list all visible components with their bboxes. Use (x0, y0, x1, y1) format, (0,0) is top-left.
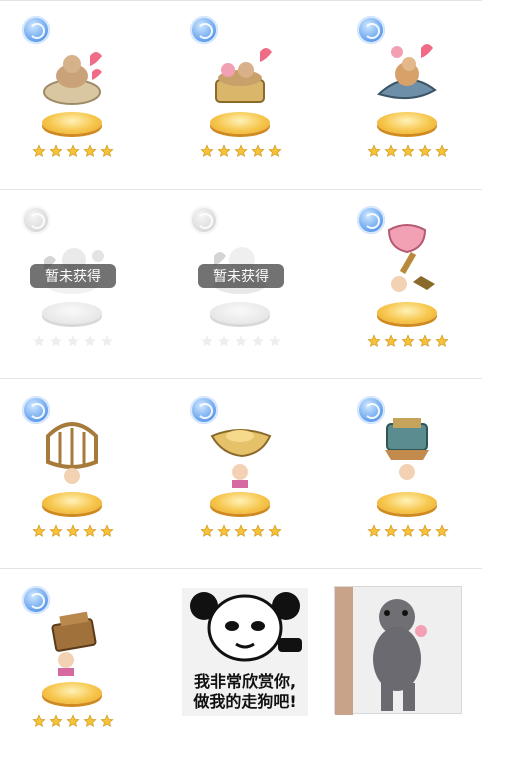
trophy-cell-cat-tub[interactable] (190, 16, 350, 196)
star-rating (367, 334, 449, 348)
row-divider-1 (0, 0, 482, 1)
star-icon (384, 524, 398, 538)
star-icon (49, 334, 63, 348)
gold-ingot-figure-icon (210, 429, 272, 488)
star-icon (49, 524, 63, 538)
not-obtained-label: 暂未获得 (198, 264, 284, 288)
cat-shark-figure-icon (377, 44, 437, 100)
star-icon (32, 714, 46, 728)
star-icon (234, 334, 248, 348)
trophy-cell-locked-2[interactable]: 暂未获得 (190, 206, 350, 386)
star-icon (384, 334, 398, 348)
panda-meme-image: 我非常欣赏你, 做我的走狗吧! (182, 588, 308, 716)
star-rating (367, 144, 449, 158)
star-rating (32, 524, 114, 538)
star-icon (367, 334, 381, 348)
star-icon (32, 334, 46, 348)
trophy-cell-cat-shark[interactable] (357, 16, 506, 196)
star-icon (100, 714, 114, 728)
star-icon (32, 144, 46, 158)
trophy-cell-cat-basket[interactable] (22, 16, 182, 196)
star-icon (268, 144, 282, 158)
star-icon (435, 144, 449, 158)
star-icon (83, 334, 97, 348)
star-icon (49, 714, 63, 728)
dog-photo-image (334, 586, 462, 715)
star-icon (217, 144, 231, 158)
star-icon (418, 334, 432, 348)
star-icon (234, 524, 248, 538)
trophy-cell-treasure-chest[interactable] (22, 586, 182, 766)
star-icon (32, 524, 46, 538)
star-icon (83, 144, 97, 158)
star-icon (217, 524, 231, 538)
star-icon (435, 524, 449, 538)
not-obtained-label: 暂未获得 (30, 264, 116, 288)
star-icon (49, 144, 63, 158)
panda-meme-text-line2: 做我的走狗吧! (193, 692, 297, 711)
jade-seal-figure-icon (385, 418, 429, 480)
panda-meme-text-line1: 我非常欣赏你, (193, 672, 297, 691)
star-icon (234, 144, 248, 158)
star-rating (32, 144, 114, 158)
star-icon (100, 524, 114, 538)
standing-dog-icon (335, 587, 427, 715)
trophy-cell-jade-seal[interactable] (357, 396, 506, 576)
trophy-cell-cage[interactable] (22, 396, 182, 576)
cat-tub-figure-icon (215, 48, 272, 103)
star-icon (251, 334, 265, 348)
star-icon (83, 524, 97, 538)
star-icon (418, 524, 432, 538)
star-icon (401, 334, 415, 348)
star-icon (384, 144, 398, 158)
star-icon (217, 334, 231, 348)
panda-face-icon (190, 592, 302, 662)
star-icon (268, 334, 282, 348)
star-rating (32, 334, 114, 348)
trophy-cell-locked-1[interactable]: 暂未获得 (22, 206, 182, 386)
trophy-cell-gold-ingot[interactable] (190, 396, 350, 576)
star-icon (367, 144, 381, 158)
star-icon (401, 524, 415, 538)
star-rating (200, 524, 282, 538)
star-icon (66, 334, 80, 348)
star-icon (83, 714, 97, 728)
trophy-cell-goblet[interactable] (357, 206, 506, 386)
cat-basket-figure-icon (43, 52, 102, 105)
star-icon (435, 334, 449, 348)
star-icon (401, 144, 415, 158)
star-icon (418, 144, 432, 158)
star-icon (251, 144, 265, 158)
star-rating (200, 334, 282, 348)
star-rating (367, 524, 449, 538)
star-icon (268, 524, 282, 538)
star-rating (32, 714, 114, 728)
star-rating (200, 144, 282, 158)
star-icon (200, 144, 214, 158)
star-icon (66, 714, 80, 728)
star-icon (251, 524, 265, 538)
star-icon (66, 524, 80, 538)
goblet-figure-icon (387, 224, 435, 292)
star-icon (367, 524, 381, 538)
star-icon (66, 144, 80, 158)
cage-figure-icon (46, 422, 98, 484)
star-icon (100, 144, 114, 158)
treasure-chest-figure-icon (51, 611, 97, 676)
star-icon (200, 334, 214, 348)
star-icon (100, 334, 114, 348)
star-icon (200, 524, 214, 538)
